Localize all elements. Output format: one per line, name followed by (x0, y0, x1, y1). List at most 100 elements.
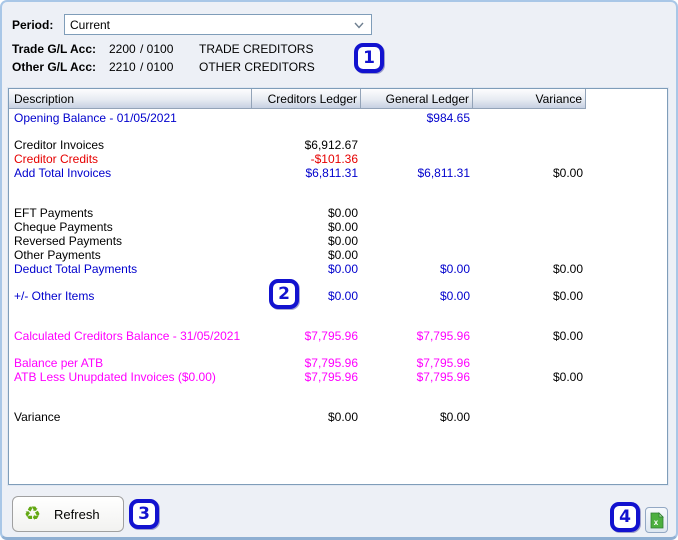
excel-export-button[interactable]: x (645, 507, 668, 533)
cell-description: Reversed Payments (14, 234, 123, 248)
column-header-creditors-ledger: Creditors Ledger (252, 89, 361, 109)
table-row: EFT Payments $0.00 (9, 206, 667, 220)
cell-variance (473, 234, 586, 248)
cell-variance (473, 111, 586, 125)
other-acc-code: 2210 (109, 60, 136, 74)
callout-badge-4: 4 (610, 502, 640, 532)
cell-variance (473, 220, 586, 234)
cell-description: Variance (14, 410, 61, 424)
table-row: Deduct Total Payments $0.00 $0.00 $0.00 (9, 262, 667, 276)
cell-creditors-ledger: $0.00 (327, 234, 358, 248)
cell-general-ledger (361, 152, 473, 166)
table-row: Add Total Invoices $6,811.31 $6,811.31 $0.0… (9, 166, 667, 180)
period-dropdown[interactable]: Current (64, 14, 372, 35)
other-acc-subcode: / 0100 (140, 60, 174, 74)
cell-creditors-ledger: $7,795.96 (304, 329, 358, 343)
table-spacer-row (9, 276, 667, 289)
cell-description: Deduct Total Payments (14, 262, 138, 276)
cell-description: Cheque Payments (14, 220, 113, 234)
column-header-general-ledger: General Ledger (361, 89, 473, 109)
table-row: Other Payments $0.00 (9, 248, 667, 262)
table-spacer-row (9, 384, 667, 397)
table-row: Creditor Invoices $6,912.67 (9, 138, 667, 152)
cell-general-ledger: $6,811.31 (417, 166, 471, 180)
table-spacer-row (9, 397, 667, 410)
cell-general-ledger (361, 206, 473, 220)
table-spacer-row (9, 193, 667, 206)
cell-creditors-ledger: $0.00 (327, 262, 358, 276)
cell-creditors-ledger: -$101.36 (310, 152, 358, 166)
cell-variance: $0.00 (552, 329, 583, 343)
cell-creditors-ledger: $0.00 (327, 248, 358, 262)
svg-text:x: x (654, 518, 659, 527)
cell-creditors-ledger (252, 111, 361, 125)
cell-general-ledger: $7,795.96 (416, 370, 470, 384)
cell-variance (473, 138, 586, 152)
cell-variance (473, 152, 586, 166)
refresh-button-label: Refresh (54, 506, 100, 522)
cell-creditors-ledger: $0.00 (327, 220, 358, 234)
table-row: Creditor Credits -$101.36 (9, 152, 667, 166)
cell-creditors-ledger: $6,912.67 (304, 138, 358, 152)
period-dropdown-value: Current (70, 17, 111, 32)
table-row: Opening Balance - 01/05/2021 $984.65 (9, 111, 667, 125)
table-row: ATB Less Unupdated Invoices ($0.00) $7,79… (9, 370, 667, 384)
recycle-icon: ♻ (24, 502, 42, 525)
table-spacer-row (9, 303, 667, 316)
trade-acc-subcode: / 0100 (140, 42, 174, 56)
callout-badge-2: 2 (269, 279, 299, 309)
cell-general-ledger (361, 138, 473, 152)
cell-general-ledger: $7,795.96 (416, 329, 470, 343)
cell-description: Add Total Invoices (14, 166, 112, 180)
cell-general-ledger: $0.00 (439, 410, 470, 424)
cell-description: Opening Balance - 01/05/2021 (14, 111, 177, 125)
cell-variance: $0.00 (552, 370, 583, 384)
trade-acc-label: Trade G/L Acc: (12, 42, 97, 56)
cell-description: ATB Less Unupdated Invoices ($0.00) (14, 370, 216, 384)
table-spacer-row (9, 180, 667, 193)
cell-creditors-ledger: $7,795.96 (304, 370, 358, 384)
excel-export-icon: x (650, 511, 664, 528)
cell-description: EFT Payments (14, 206, 94, 220)
cell-description: Calculated Creditors Balance - 31/05/202… (14, 329, 241, 343)
cell-variance: $0.00 (552, 289, 583, 303)
cell-general-ledger: $984.65 (426, 111, 470, 125)
reconciliation-table: Description Creditors Ledger General Led… (8, 88, 668, 485)
table-spacer-row (9, 343, 667, 356)
cell-variance: $0.00 (552, 166, 583, 180)
cell-general-ledger (361, 220, 473, 234)
cell-description: Balance per ATB (14, 356, 104, 370)
table-row: Balance per ATB $7,795.96 $7,795.96 (9, 356, 667, 370)
period-label: Period: (12, 18, 54, 32)
column-header-description: Description (9, 89, 252, 109)
cell-general-ledger (361, 248, 473, 262)
callout-badge-1: 1 (354, 43, 384, 73)
table-header: Description Creditors Ledger General Led… (9, 89, 667, 109)
trade-acc-name: TRADE CREDITORS (199, 42, 314, 56)
table-row: Reversed Payments $0.00 (9, 234, 667, 248)
cell-creditors-ledger: $0.00 (327, 410, 358, 424)
cell-variance (473, 356, 586, 370)
cell-variance: $0.00 (552, 262, 583, 276)
table-row: Calculated Creditors Balance - 31/05/202… (9, 329, 667, 343)
cell-general-ledger: $0.00 (439, 289, 470, 303)
table-row: Variance $0.00 $0.00 (9, 410, 667, 424)
table-body: Opening Balance - 01/05/2021 $984.65 Credi… (9, 109, 667, 424)
creditors-reconciliation-window: Period: Current Trade G/L Acc: 2200 / 01… (0, 0, 678, 540)
cell-description: +/- Other Items (14, 289, 95, 303)
cell-description: Other Payments (14, 248, 101, 262)
chevron-down-icon (354, 22, 364, 29)
cell-general-ledger: $7,795.96 (416, 356, 470, 370)
table-spacer-row (9, 125, 667, 138)
other-acc-label: Other G/L Acc: (12, 60, 97, 74)
refresh-button[interactable]: ♻ Refresh (12, 496, 124, 532)
table-row: Cheque Payments $0.00 (9, 220, 667, 234)
cell-general-ledger: $0.00 (439, 262, 470, 276)
table-spacer-row (9, 316, 667, 329)
cell-variance (473, 206, 586, 220)
cell-general-ledger (361, 234, 473, 248)
cell-creditors-ledger: $6,811.31 (305, 166, 359, 180)
column-header-variance: Variance (473, 89, 586, 109)
cell-description: Creditor Credits (14, 152, 99, 166)
table-row: +/- Other Items $0.00 $0.00 $0.00 (9, 289, 667, 303)
